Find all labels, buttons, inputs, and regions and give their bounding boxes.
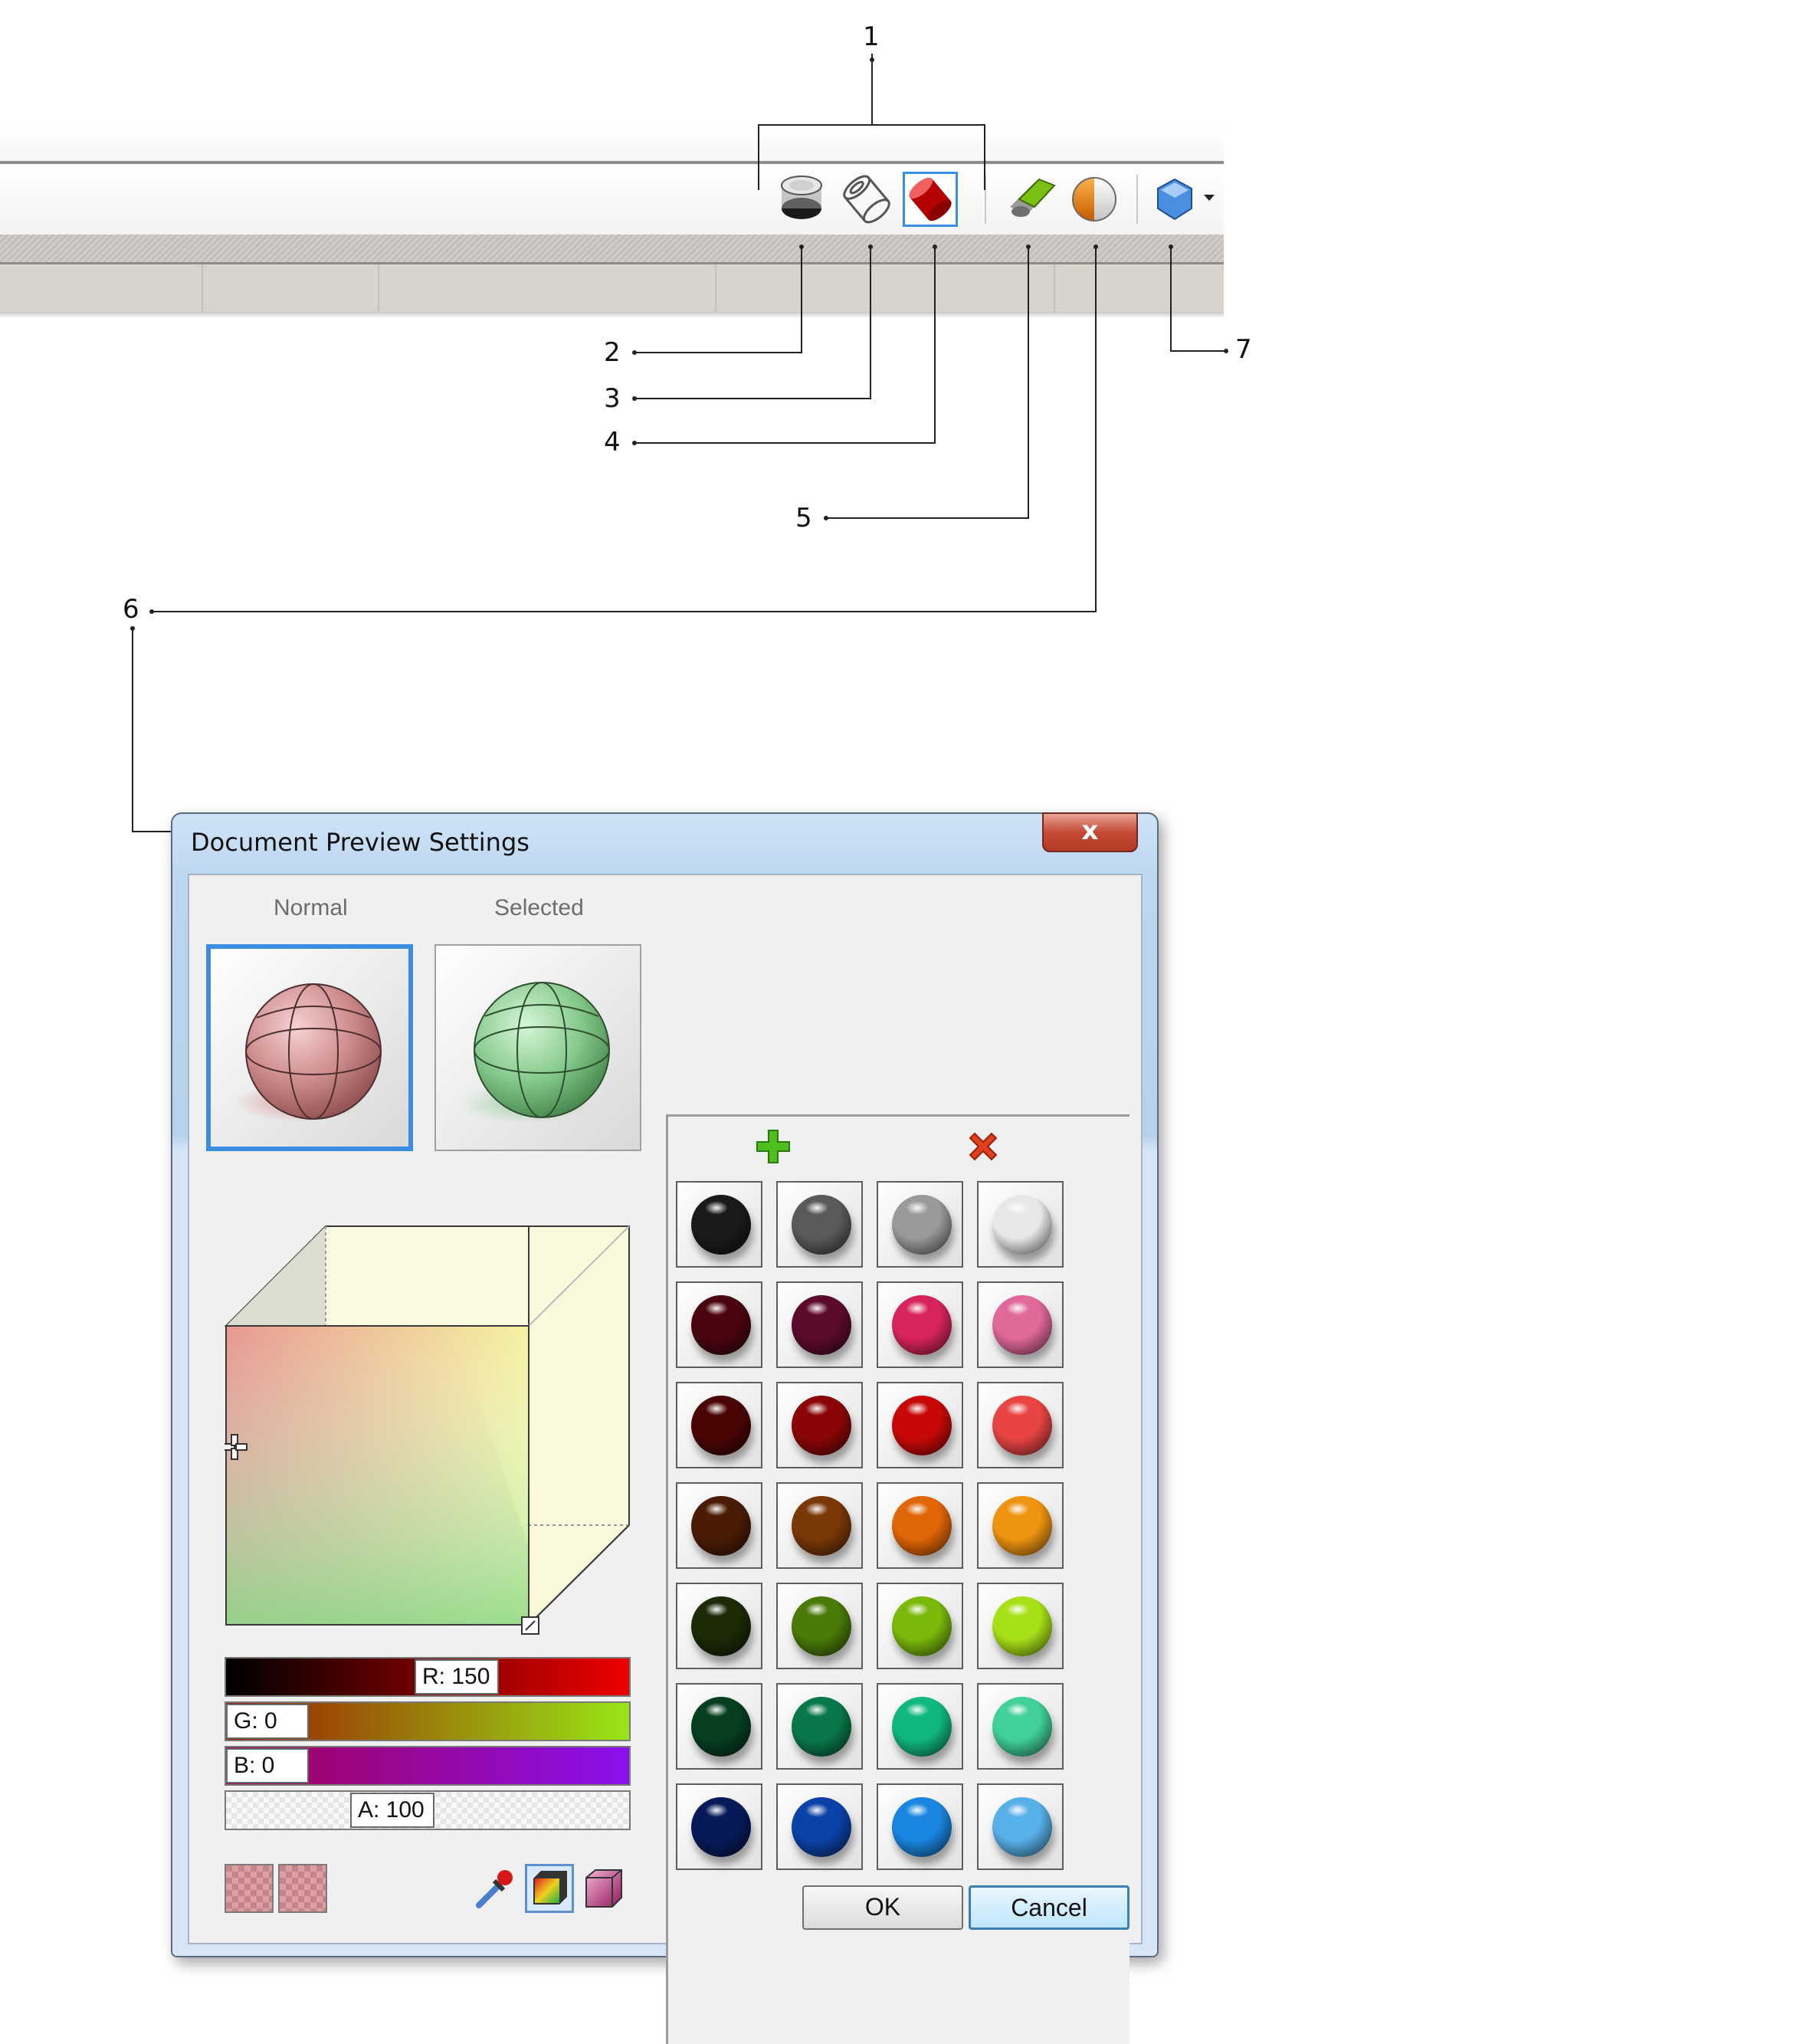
swatch-highlight <box>1006 1603 1029 1616</box>
color-swatch[interactable] <box>776 1281 863 1368</box>
selected-label: Selected <box>494 895 584 920</box>
eyedropper-button[interactable] <box>470 1864 519 1913</box>
blue-value[interactable]: B: 0 <box>226 1748 309 1783</box>
dialog-title: Document Preview Settings <box>191 828 530 857</box>
color-swatch[interactable] <box>977 1583 1064 1669</box>
hsv-mode-button[interactable] <box>579 1864 628 1913</box>
color-swatch[interactable] <box>877 1181 963 1268</box>
color-swatch[interactable] <box>877 1281 963 1368</box>
swatch-highlight <box>1006 1402 1029 1416</box>
ok-button[interactable]: OK <box>802 1885 963 1930</box>
swatch-highlight <box>805 1201 828 1215</box>
color-swatch[interactable] <box>776 1482 863 1569</box>
rgb-cube-mode-icon <box>533 1871 567 1905</box>
swatch-highlight <box>906 1201 929 1215</box>
alpha-value[interactable]: A: 100 <box>350 1793 434 1828</box>
cancel-button[interactable]: Cancel <box>969 1885 1130 1930</box>
swatch-highlight <box>805 1603 828 1616</box>
swatch-highlight <box>906 1301 929 1315</box>
x-icon[interactable] <box>964 1127 1002 1166</box>
normal-preview[interactable] <box>206 944 413 1151</box>
swatch-highlight <box>705 1502 728 1516</box>
swatch-highlight <box>705 1603 728 1616</box>
color-swatch[interactable] <box>676 1583 762 1669</box>
color-swatch[interactable] <box>776 1683 863 1770</box>
swatch-highlight <box>705 1803 728 1817</box>
green-sphere-icon <box>459 982 610 1124</box>
color-swatch[interactable] <box>877 1683 963 1770</box>
swatch-highlight <box>805 1402 828 1416</box>
callout-lines <box>130 54 1228 834</box>
swatch-highlight <box>906 1703 929 1717</box>
red-slider[interactable]: R: 150 <box>225 1657 631 1697</box>
close-button[interactable]: x <box>1042 812 1138 852</box>
eyedropper-icon <box>476 1870 513 1908</box>
color-swatch[interactable] <box>676 1783 762 1870</box>
alpha-slider[interactable]: A: 100 <box>225 1790 631 1830</box>
swatch-highlight <box>1006 1201 1029 1215</box>
selected-preview[interactable] <box>434 944 641 1151</box>
color-swatch[interactable] <box>676 1382 762 1468</box>
color-swatch[interactable] <box>676 1482 762 1569</box>
document-preview-settings-dialog: Document Preview Settings x Normal Selec… <box>171 812 1159 2044</box>
new-color-swatch[interactable] <box>278 1864 327 1913</box>
color-swatch[interactable] <box>977 1382 1064 1468</box>
blue-slider[interactable]: B: 0 <box>225 1746 631 1786</box>
swatch-highlight <box>1006 1803 1029 1817</box>
swatch-highlight <box>705 1201 728 1215</box>
dialog-client: Normal Selected R: 150 G: 0 B: 0 A: 100 … <box>188 874 1143 2044</box>
callout-6: 6 <box>123 594 139 625</box>
color-swatch[interactable] <box>877 1783 963 1870</box>
green-slider[interactable]: G: 0 <box>225 1701 631 1741</box>
rgb-cube-mode-button[interactable] <box>525 1864 574 1913</box>
callout-1: 1 <box>863 21 880 52</box>
color-swatch[interactable] <box>877 1583 963 1669</box>
swatch-highlight <box>906 1402 929 1416</box>
color-swatch[interactable] <box>877 1382 963 1468</box>
swatch-highlight <box>805 1502 828 1516</box>
color-swatch[interactable] <box>977 1683 1064 1770</box>
swatch-highlight <box>705 1402 728 1416</box>
color-swatch[interactable] <box>977 1181 1064 1268</box>
swatch-highlight <box>705 1703 728 1717</box>
swatch-highlight <box>906 1502 929 1516</box>
color-swatch[interactable] <box>977 1482 1064 1569</box>
color-swatch[interactable] <box>676 1181 762 1268</box>
normal-label: Normal <box>274 895 348 920</box>
callout-7: 7 <box>1235 334 1252 365</box>
plus-icon[interactable] <box>754 1127 792 1166</box>
swatch-highlight <box>805 1803 828 1817</box>
hsv-cube-mode-icon <box>585 1869 622 1908</box>
color-swatch[interactable] <box>977 1783 1064 1870</box>
swatch-highlight <box>805 1703 828 1717</box>
color-swatch[interactable] <box>776 1783 863 1870</box>
close-icon: x <box>1081 815 1099 846</box>
swatch-highlight <box>1006 1301 1029 1315</box>
color-swatch[interactable] <box>977 1281 1064 1368</box>
swatch-highlight <box>906 1603 929 1616</box>
callout-5: 5 <box>795 503 812 533</box>
color-swatch[interactable] <box>676 1683 762 1770</box>
red-value[interactable]: R: 150 <box>415 1659 499 1695</box>
color-swatch[interactable] <box>776 1181 863 1268</box>
swatch-highlight <box>705 1301 728 1315</box>
swatch-highlight <box>1006 1502 1029 1516</box>
color-cube-picker[interactable] <box>225 1225 631 1643</box>
pink-sphere-icon <box>234 983 382 1122</box>
old-color-swatch[interactable] <box>225 1864 274 1913</box>
callout-3: 3 <box>604 383 621 414</box>
rgb-cube-graphic <box>225 1225 630 1635</box>
callout-2: 2 <box>604 337 621 368</box>
swatch-highlight <box>1006 1703 1029 1717</box>
callout-4: 4 <box>604 427 621 458</box>
color-swatch[interactable] <box>776 1583 863 1669</box>
swatch-highlight <box>906 1803 929 1817</box>
swatch-highlight <box>805 1301 828 1315</box>
color-swatch[interactable] <box>776 1382 863 1468</box>
color-swatch[interactable] <box>676 1281 762 1368</box>
green-value[interactable]: G: 0 <box>226 1704 309 1739</box>
color-swatch[interactable] <box>877 1482 963 1569</box>
